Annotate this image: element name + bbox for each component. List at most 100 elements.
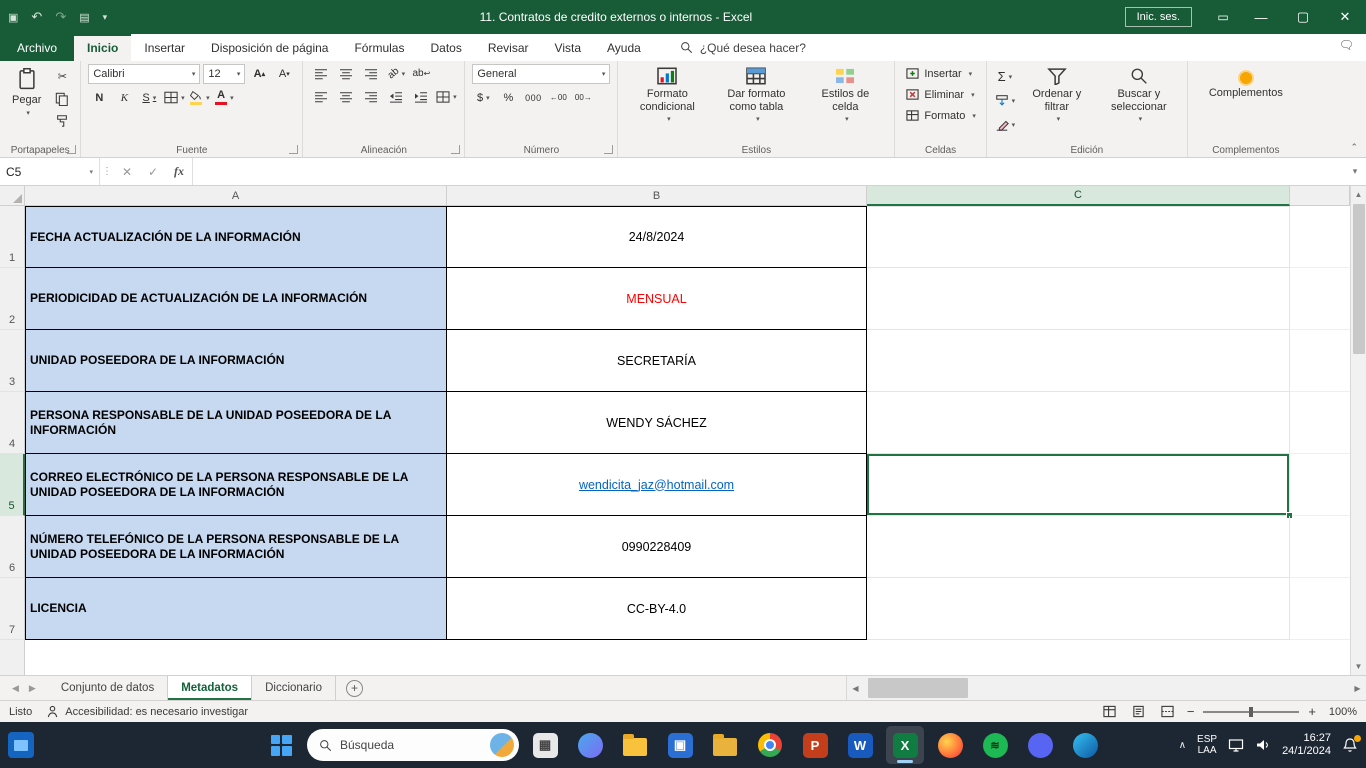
weather-widget-icon[interactable] — [490, 733, 514, 757]
clear-icon[interactable] — [994, 115, 1016, 134]
percent-format-icon[interactable]: % — [497, 88, 519, 107]
cell-c2[interactable] — [867, 268, 1290, 330]
cell-b7[interactable]: CC-BY-4.0 — [447, 578, 867, 640]
align-right-icon[interactable] — [360, 87, 382, 106]
cell-c5-selected[interactable] — [867, 454, 1290, 516]
sort-filter-button[interactable]: Ordenar y filtrar — [1021, 64, 1093, 142]
fill-icon[interactable] — [994, 91, 1016, 110]
next-sheet-icon[interactable]: ▶ — [29, 683, 36, 694]
vertical-scrollbar[interactable]: ▲ ▼ — [1350, 186, 1366, 675]
copilot-icon[interactable] — [571, 726, 609, 764]
maximize-button[interactable]: ▢ — [1282, 0, 1324, 34]
font-color-icon[interactable]: A — [213, 88, 235, 107]
conditional-formatting-button[interactable]: Formato condicional — [625, 64, 709, 142]
ribbon-display-options-icon[interactable]: ▭ — [1206, 0, 1240, 34]
decrease-font-icon[interactable]: A▾ — [273, 65, 295, 84]
display-icon[interactable] — [1228, 738, 1244, 752]
merge-center-icon[interactable] — [435, 87, 457, 106]
row-header-7[interactable]: 7 — [0, 578, 25, 640]
increase-decimal-icon[interactable]: ←00 — [547, 88, 569, 107]
comma-format-icon[interactable]: 000 — [522, 88, 544, 107]
row-header-6[interactable]: 6 — [0, 516, 25, 578]
chrome-icon[interactable] — [751, 726, 789, 764]
increase-font-icon[interactable]: A▴ — [248, 65, 270, 84]
currency-format-icon[interactable]: $ — [472, 88, 494, 107]
start-button[interactable] — [262, 726, 300, 764]
horizontal-scroll-thumb[interactable] — [868, 678, 968, 698]
orientation-icon[interactable]: ab — [385, 64, 407, 83]
row-header-4[interactable]: 4 — [0, 392, 25, 454]
font-dialog-launcher-icon[interactable] — [289, 145, 298, 154]
vertical-scroll-thumb[interactable] — [1353, 204, 1365, 354]
tell-me-search[interactable]: ¿Qué desea hacer? — [680, 34, 806, 61]
expand-formula-bar-icon[interactable]: ▾ — [1344, 158, 1366, 185]
cell-c6[interactable] — [867, 516, 1290, 578]
sign-in-button[interactable]: Inic. ses. — [1125, 7, 1192, 27]
cell-b6[interactable]: 0990228409 — [447, 516, 867, 578]
tab-revisar[interactable]: Revisar — [475, 34, 542, 61]
number-format-select[interactable]: General — [472, 64, 610, 84]
collapse-ribbon-icon[interactable]: ⌃ — [1350, 142, 1358, 153]
format-painter-icon[interactable] — [51, 111, 73, 130]
taskbar-search[interactable]: Búsqueda — [307, 729, 519, 761]
tab-formulas[interactable]: Fórmulas — [341, 34, 417, 61]
row-header-1[interactable]: 1 — [0, 206, 25, 268]
edge-icon[interactable] — [1066, 726, 1104, 764]
normal-view-icon[interactable] — [1100, 704, 1120, 720]
col-header-a[interactable]: A — [25, 186, 447, 206]
zoom-slider[interactable] — [1203, 711, 1299, 713]
discord-icon[interactable] — [1021, 726, 1059, 764]
align-bottom-icon[interactable] — [360, 64, 382, 83]
paste-button[interactable]: Pegar — [7, 64, 46, 142]
powerpoint-icon[interactable]: P — [796, 726, 834, 764]
formula-bar-splitter[interactable]: ⋮ — [100, 158, 114, 185]
minimize-button[interactable]: — — [1240, 0, 1282, 34]
insert-function-icon[interactable]: fx — [166, 158, 192, 185]
tray-expand-icon[interactable]: ∧ — [1179, 740, 1186, 751]
sheet-tab-metadatos[interactable]: Metadatos — [168, 676, 252, 700]
cell-c4[interactable] — [867, 392, 1290, 454]
delete-cells-button[interactable]: Eliminar — [902, 87, 978, 102]
file-explorer-icon[interactable] — [616, 726, 654, 764]
cell-a1[interactable]: FECHA ACTUALIZACIÓN DE LA INFORMACIÓN — [25, 206, 447, 268]
clipboard-dialog-launcher-icon[interactable] — [67, 145, 76, 154]
cut-icon[interactable]: ✂ — [51, 67, 73, 86]
zoom-in-icon[interactable]: + — [1308, 704, 1316, 719]
task-view-icon[interactable]: ▦ — [526, 726, 564, 764]
pinned-corner-app-icon[interactable] — [8, 732, 34, 758]
undo-icon[interactable]: ↶ — [31, 9, 42, 25]
cell-a6[interactable]: NÚMERO TELEFÓNICO DE LA PERSONA RESPONSA… — [25, 516, 447, 578]
excel-icon[interactable]: X — [886, 726, 924, 764]
name-box[interactable]: C5 ▾ — [0, 158, 100, 185]
bold-button[interactable]: N — [88, 88, 110, 107]
align-top-icon[interactable] — [310, 64, 332, 83]
alignment-dialog-launcher-icon[interactable] — [451, 145, 460, 154]
formula-input[interactable] — [192, 158, 1344, 185]
new-sheet-icon[interactable]: + — [346, 680, 363, 697]
cell-b5[interactable]: wendicita_jaz@hotmail.com — [447, 454, 867, 516]
clock[interactable]: 16:27 24/1/2024 — [1282, 732, 1331, 758]
cell-c1[interactable] — [867, 206, 1290, 268]
underline-button[interactable]: S — [138, 88, 160, 107]
select-all-corner[interactable] — [0, 186, 25, 206]
row-header-5[interactable]: 5 — [0, 454, 25, 516]
copy-icon[interactable] — [51, 89, 73, 108]
language-indicator[interactable]: ESP LAA — [1197, 734, 1217, 757]
tab-datos[interactable]: Datos — [417, 34, 474, 61]
word-icon[interactable]: W — [841, 726, 879, 764]
book-icon[interactable]: ▤ — [79, 11, 89, 24]
number-dialog-launcher-icon[interactable] — [604, 145, 613, 154]
scroll-left-icon[interactable]: ◀ — [847, 684, 864, 693]
notifications-icon[interactable] — [1342, 737, 1358, 753]
increase-indent-icon[interactable] — [410, 87, 432, 106]
col-header-c[interactable]: C — [867, 186, 1290, 206]
confirm-entry-icon[interactable]: ✓ — [140, 158, 166, 185]
zoom-out-icon[interactable]: − — [1187, 704, 1195, 719]
italic-button[interactable]: K — [113, 88, 135, 107]
scroll-right-icon[interactable]: ▶ — [1349, 684, 1366, 693]
row-header-3[interactable]: 3 — [0, 330, 25, 392]
insert-cells-button[interactable]: Insertar — [902, 66, 978, 81]
cell-a4[interactable]: PERSONA RESPONSABLE DE LA UNIDAD POSEEDO… — [25, 392, 447, 454]
align-center-icon[interactable] — [335, 87, 357, 106]
firefox-icon[interactable] — [931, 726, 969, 764]
